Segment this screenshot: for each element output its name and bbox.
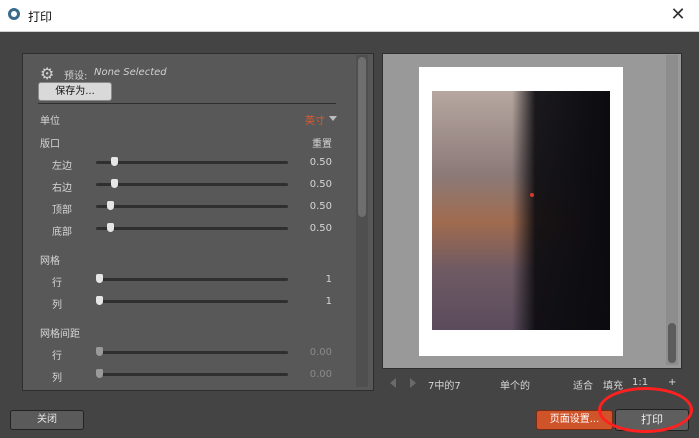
grid-rows-slider[interactable] xyxy=(96,278,288,281)
divider xyxy=(38,103,336,104)
margin-bottom-slider-thumb[interactable] xyxy=(107,223,115,232)
single-view-option[interactable]: 单个的 xyxy=(500,377,530,392)
spacing-rows-slider-thumb[interactable] xyxy=(96,347,103,356)
preview-photo xyxy=(432,91,610,330)
preset-label: 预设: xyxy=(64,71,88,82)
title-bar: 打印 ✕ xyxy=(0,0,699,32)
margin-left-label: 左边 xyxy=(52,161,72,172)
spacing-columns-slider[interactable] xyxy=(96,373,288,376)
units-label: 单位 xyxy=(40,116,60,127)
margin-right-slider[interactable] xyxy=(96,183,288,186)
page-indicator: 7中的7 xyxy=(428,381,461,392)
spacing-rows-slider[interactable] xyxy=(96,351,288,354)
grid-columns-slider-thumb[interactable] xyxy=(96,296,103,305)
preset-value[interactable]: None Selected xyxy=(94,67,167,78)
grid-rows-slider-thumb[interactable] xyxy=(96,274,103,283)
margin-bottom-slider[interactable] xyxy=(96,227,288,230)
spacing-columns-label: 列 xyxy=(52,373,62,384)
preview-scrollbar-thumb[interactable] xyxy=(668,323,676,363)
gear-icon[interactable]: ⚙ xyxy=(40,64,54,83)
margin-top-slider-thumb[interactable] xyxy=(107,201,115,210)
spacing-columns-value[interactable]: 0.00 xyxy=(292,369,332,380)
spacing-columns-slider-thumb[interactable] xyxy=(96,369,103,378)
grid-spacing-label: 网格间距 xyxy=(40,329,80,340)
grid-label: 网格 xyxy=(40,256,60,267)
window-close-icon[interactable]: ✕ xyxy=(667,4,689,26)
chevron-down-icon[interactable] xyxy=(329,116,337,121)
zoom-in-icon[interactable]: + xyxy=(668,377,676,388)
previous-page-icon[interactable] xyxy=(390,378,396,388)
close-button[interactable]: 关闭 xyxy=(10,410,84,430)
grid-rows-label: 行 xyxy=(52,278,62,289)
margin-left-slider-thumb[interactable] xyxy=(110,157,118,166)
grid-columns-slider[interactable] xyxy=(96,300,288,303)
spacing-rows-value[interactable]: 0.00 xyxy=(292,347,332,358)
photo-sun xyxy=(530,193,534,197)
grid-rows-value[interactable]: 1 xyxy=(292,274,332,285)
margin-bottom-label: 底部 xyxy=(52,227,72,238)
highlight-circle xyxy=(598,387,693,433)
fit-option[interactable]: 适合 xyxy=(573,377,593,392)
grid-columns-label: 列 xyxy=(52,300,62,311)
next-page-icon[interactable] xyxy=(410,378,416,388)
settings-scrollbar-thumb[interactable] xyxy=(358,57,366,217)
margin-top-value[interactable]: 0.50 xyxy=(292,201,332,212)
units-select[interactable]: 英寸 xyxy=(305,112,325,127)
grid-columns-value[interactable]: 1 xyxy=(292,296,332,307)
margins-label: 版口 xyxy=(40,139,60,150)
save-as-button[interactable]: 保存为... xyxy=(38,82,112,101)
margin-right-value[interactable]: 0.50 xyxy=(292,179,332,190)
window-title: 打印 xyxy=(28,10,53,24)
spacing-rows-label: 行 xyxy=(52,351,62,362)
margin-top-slider[interactable] xyxy=(96,205,288,208)
margin-right-slider-thumb[interactable] xyxy=(110,179,118,188)
margin-left-slider[interactable] xyxy=(96,161,288,164)
reset-link[interactable]: 重置 xyxy=(312,135,332,150)
app-icon xyxy=(8,8,20,20)
margin-top-label: 顶部 xyxy=(52,205,72,216)
margin-right-label: 右边 xyxy=(52,183,72,194)
margin-left-value[interactable]: 0.50 xyxy=(292,157,332,168)
preview-scrollbar[interactable] xyxy=(666,55,678,365)
margin-bottom-value[interactable]: 0.50 xyxy=(292,223,332,234)
